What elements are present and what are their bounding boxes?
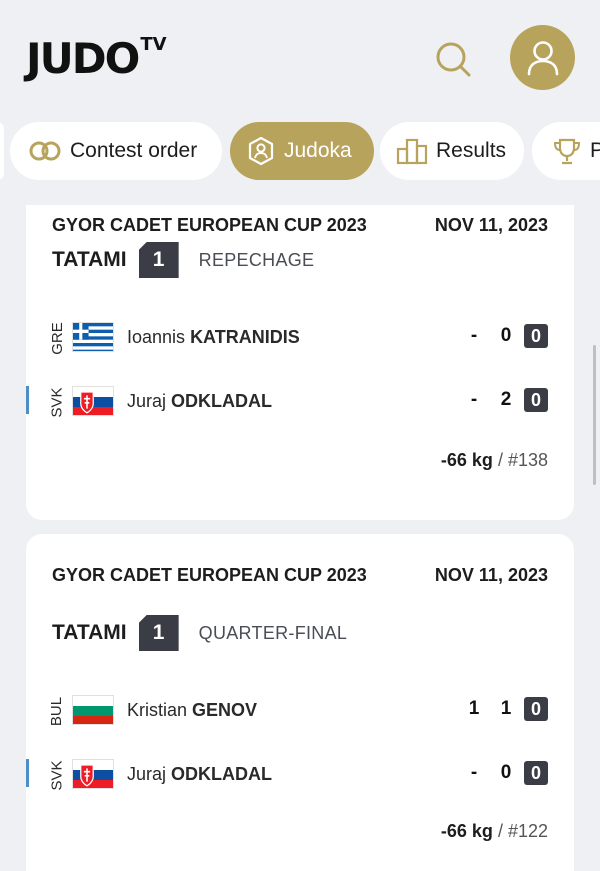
logo-text: JUDO (26, 34, 140, 83)
score-box: - 0 0 (458, 324, 548, 348)
round-label: REPECHAGE (198, 249, 315, 270)
event-name: GYOR CADET EUROPEAN CUP 2023 (52, 214, 367, 235)
weight-contest-info: -66 kg / #138 (441, 450, 548, 471)
trophy-icon (552, 136, 582, 166)
competitor-name: Kristian GENOV (127, 700, 258, 720)
score-ippon: 1 (468, 698, 480, 719)
competitor-row[interactable]: SVK Juraj ODKLADAL - 0 0 (26, 755, 574, 795)
competitor-row[interactable]: SVK Juraj ODKLADAL - 2 0 (26, 382, 574, 422)
event-row: GYOR CADET EUROPEAN CUP 2023 NOV 11, 202… (52, 213, 548, 237)
tatami-number: 1 (138, 615, 179, 651)
contest-card[interactable]: GYOR CADET EUROPEAN CUP 2023 NOV 11, 202… (26, 205, 574, 520)
tatami-row: TATAMI 1 QUARTER-FINAL (52, 615, 347, 651)
weight-contest-info: -66 kg / #122 (441, 821, 548, 842)
event-date: NOV 11, 2023 (434, 214, 548, 235)
contest-list[interactable]: GYOR CADET EUROPEAN CUP 2023 NOV 11, 202… (0, 205, 600, 871)
shido-count: 0 (524, 697, 548, 721)
round-label: QUARTER-FINAL (198, 622, 348, 643)
scrollbar[interactable] (593, 345, 596, 485)
country-code: SVK (48, 386, 66, 418)
tab-judoka[interactable]: Judoka (230, 122, 374, 180)
competitor-name: Juraj ODKLADAL (127, 764, 273, 784)
weight-class: -66 kg (440, 821, 493, 841)
competitor-name: Ioannis KATRANIDIS (127, 327, 300, 347)
rings-icon (28, 140, 62, 162)
event-name: GYOR CADET EUROPEAN CUP 2023 (52, 564, 367, 585)
flag-svk-icon (72, 759, 114, 789)
tab-results[interactable]: Results (380, 122, 524, 180)
active-marker (26, 386, 29, 414)
score-wazaari: 0 (500, 325, 512, 346)
search-icon (436, 42, 471, 77)
tatami-label: TATAMI (52, 248, 127, 271)
tatami-number: 1 (138, 242, 179, 278)
competitor-name: Juraj ODKLADAL (127, 391, 273, 411)
tab-label: Judoka (284, 139, 352, 162)
logo-sup: TV (140, 34, 167, 55)
tab-contest-order[interactable]: Contest order (10, 122, 222, 180)
tab-label: Contest order (70, 139, 198, 162)
weight-class: -66 kg (440, 450, 493, 470)
score-wazaari: 1 (500, 698, 512, 719)
contest-number: / #138 (497, 450, 548, 470)
tab-label: Results (436, 139, 507, 162)
judotv-logo[interactable]: JUDO TV (26, 36, 167, 80)
shido-count: 0 (524, 388, 548, 412)
tab-label: P (590, 139, 600, 162)
search-button[interactable] (424, 30, 484, 90)
flag-gre-icon (72, 322, 114, 352)
score-box: 1 1 0 (458, 697, 548, 721)
score-box: - 0 0 (458, 761, 548, 785)
country-code: BUL (48, 696, 66, 726)
score-box: - 2 0 (458, 388, 548, 412)
tab-bar: Contest order Judoka Results P (0, 120, 600, 182)
event-date: NOV 11, 2023 (434, 564, 548, 585)
contest-card[interactable]: GYOR CADET EUROPEAN CUP 2023 NOV 11, 202… (26, 534, 574, 871)
shido-count: 0 (524, 761, 548, 785)
competitor-row[interactable]: BUL Kristian GENOV 1 1 0 (26, 691, 574, 731)
user-icon (527, 40, 558, 75)
active-marker (26, 759, 29, 787)
podium-icon (396, 137, 428, 165)
tab-previous-partial[interactable] (0, 122, 4, 180)
tab-partial[interactable]: P (532, 122, 600, 180)
flag-svk-icon (72, 386, 114, 416)
country-code: SVK (48, 759, 66, 791)
flag-bul-icon (72, 695, 114, 725)
score-ippon: - (470, 762, 478, 783)
score-wazaari: 0 (500, 762, 512, 783)
competitor-row[interactable]: GRE Ioannis KATRANIDIS - 0 0 (26, 318, 574, 358)
app-header: JUDO TV (0, 0, 600, 118)
tatami-label: TATAMI (52, 621, 127, 644)
score-ippon: - (470, 325, 478, 346)
country-code: GRE (48, 321, 66, 355)
profile-button[interactable] (510, 25, 575, 90)
contest-number: / #122 (497, 821, 548, 841)
score-ippon: - (470, 389, 478, 410)
tatami-row: TATAMI 1 REPECHAGE (52, 242, 314, 278)
score-wazaari: 2 (500, 389, 512, 410)
event-row: GYOR CADET EUROPEAN CUP 2023 NOV 11, 202… (52, 563, 548, 587)
judoka-icon (246, 136, 276, 166)
shido-count: 0 (524, 324, 548, 348)
